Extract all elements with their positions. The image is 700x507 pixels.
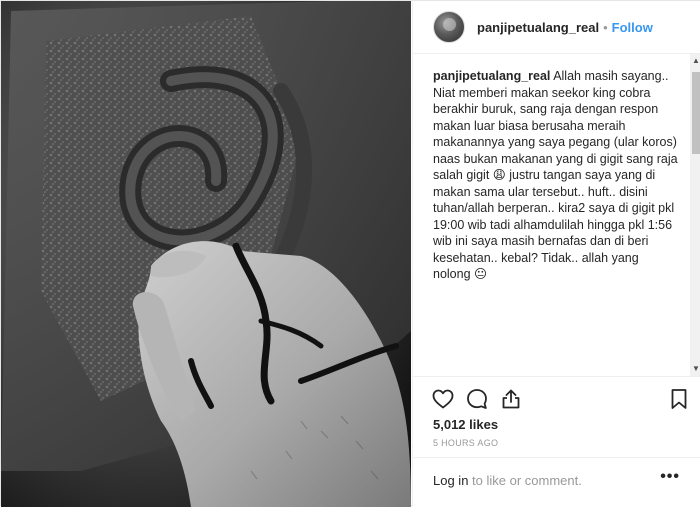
snake-hand-photo [1, 1, 411, 507]
post-side-panel: panjipetualang_real • Follow panjipetual… [412, 1, 700, 507]
header-username[interactable]: panjipetualang_real [477, 20, 599, 35]
comment-button[interactable] [463, 385, 491, 413]
comment-row: Log in to like or comment. ••• [413, 457, 700, 506]
bookmark-icon [671, 389, 687, 409]
likes-count[interactable]: 5,012 likes [433, 417, 498, 432]
post-photo[interactable] [1, 1, 411, 507]
follow-button[interactable]: Follow [612, 20, 653, 35]
save-button[interactable] [665, 385, 693, 413]
heart-icon [432, 389, 454, 409]
caption-username[interactable]: panjipetualang_real [433, 69, 550, 83]
avatar[interactable] [433, 11, 465, 43]
comment-prompt-text: to like or comment. [468, 473, 582, 488]
instagram-post: panjipetualang_real • Follow panjipetual… [0, 0, 700, 507]
post-timestamp[interactable]: 5 HOURS AGO [433, 438, 498, 448]
caption-scrollbar[interactable]: ▲ ▼ [690, 54, 700, 376]
scroll-thumb[interactable] [692, 72, 700, 154]
more-options-icon[interactable]: ••• [660, 468, 680, 486]
share-icon [502, 389, 520, 409]
post-actions: 5,012 likes 5 HOURS AGO Log in to like o… [413, 376, 700, 507]
comment-icon [467, 389, 487, 409]
login-link[interactable]: Log in [433, 473, 468, 488]
action-icon-row [429, 385, 687, 417]
like-button[interactable] [429, 385, 457, 413]
header-separator: • [603, 19, 608, 35]
share-button[interactable] [497, 385, 525, 413]
post-header: panjipetualang_real • Follow [413, 1, 700, 54]
caption: panjipetualang_real Allah masih sayang..… [433, 68, 678, 283]
caption-area: panjipetualang_real Allah masih sayang..… [413, 54, 700, 374]
scroll-down-arrow-icon[interactable]: ▼ [690, 362, 700, 376]
caption-text: Allah masih sayang.. Niat memberi makan … [433, 69, 678, 281]
scroll-up-arrow-icon[interactable]: ▲ [690, 54, 700, 68]
comment-prompt: Log in to like or comment. [433, 473, 582, 488]
